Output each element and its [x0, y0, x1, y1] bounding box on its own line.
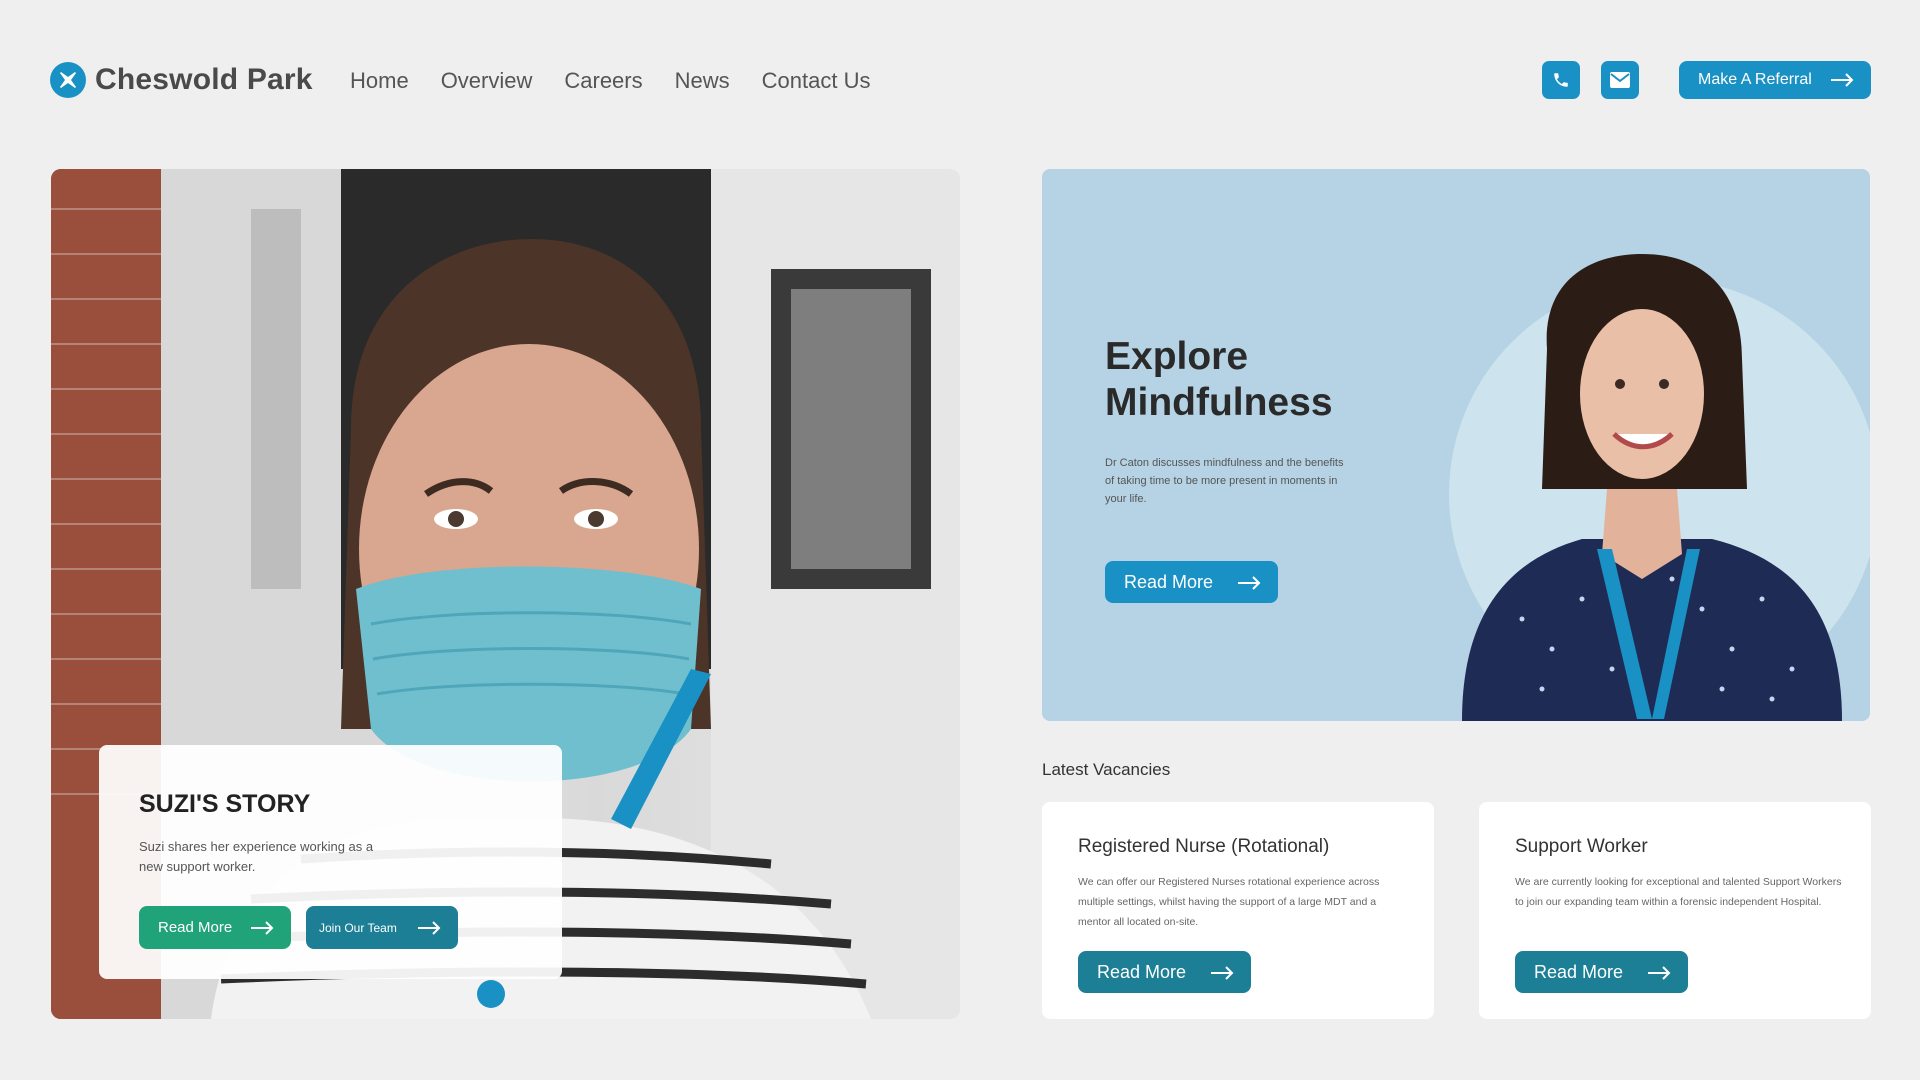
join-our-team-button[interactable]: Join Our Team [306, 906, 458, 949]
referral-label: Make A Referral [1698, 71, 1812, 88]
arrow-right-icon [418, 921, 441, 935]
nav-overview[interactable]: Overview [441, 68, 533, 94]
arrow-right-icon [1648, 966, 1671, 980]
story-card: SUZI'S STORY Suzi shares her experience … [99, 745, 562, 979]
story-read-more-button[interactable]: Read More [139, 906, 291, 949]
feature-read-more-button[interactable]: Read More [1105, 561, 1278, 603]
button-label: Read More [1534, 961, 1624, 982]
vacancy-title: Registered Nurse (Rotational) [1078, 836, 1330, 857]
vacancy-description: We can offer our Registered Nurses rotat… [1078, 876, 1380, 928]
logo-text: Cheswold Park [95, 63, 313, 96]
vacancy-read-more-button[interactable]: Read More [1078, 951, 1251, 993]
vacancy-card: Registered Nurse (Rotational) We can off… [1042, 802, 1434, 1019]
vacancy-read-more-button[interactable]: Read More [1515, 951, 1688, 993]
doctor-portrait [1449, 254, 1870, 721]
button-label: Read More [158, 919, 233, 936]
arrow-right-icon [251, 921, 274, 935]
hero-story-panel: SUZI'S STORY Suzi shares her experience … [51, 169, 960, 1019]
mindfulness-feature-panel: Explore Mindfulness Dr Caton discusses m… [1042, 169, 1870, 721]
phone-button[interactable] [1542, 61, 1580, 99]
feature-title: Explore Mindfulness [1105, 335, 1333, 424]
nav-home[interactable]: Home [350, 68, 409, 94]
phone-icon [1554, 73, 1568, 87]
cross-logo-icon [50, 62, 86, 98]
vacancies-heading: Latest Vacancies [1042, 760, 1171, 779]
site-header: Cheswold Park Home Overview Careers News… [0, 0, 1920, 160]
feature-description: Dr Caton discusses mindfulness and the b… [1105, 457, 1344, 505]
vacancy-card: Support Worker We are currently looking … [1479, 802, 1871, 1019]
arrow-right-icon [1211, 966, 1234, 980]
story-title: SUZI'S STORY [139, 790, 311, 818]
arrow-right-icon [1831, 73, 1854, 87]
email-button[interactable] [1601, 61, 1639, 99]
button-label: Join Our Team [319, 920, 397, 935]
make-referral-button[interactable]: Make A Referral [1679, 61, 1871, 99]
nav-careers[interactable]: Careers [564, 68, 642, 94]
button-label: Read More [1097, 961, 1187, 982]
main-nav: Home Overview Careers News Contact Us [350, 68, 870, 94]
story-description: Suzi shares her experience working as a … [139, 839, 374, 874]
nav-news[interactable]: News [675, 68, 730, 94]
button-label: Read More [1124, 571, 1214, 592]
vacancy-title: Support Worker [1515, 836, 1648, 857]
logo[interactable]: Cheswold Park [50, 62, 313, 98]
envelope-icon [1610, 72, 1630, 88]
vacancy-description: We are currently looking for exceptional… [1515, 876, 1842, 908]
arrow-right-icon [1238, 576, 1261, 590]
nav-contact-us[interactable]: Contact Us [762, 68, 871, 94]
